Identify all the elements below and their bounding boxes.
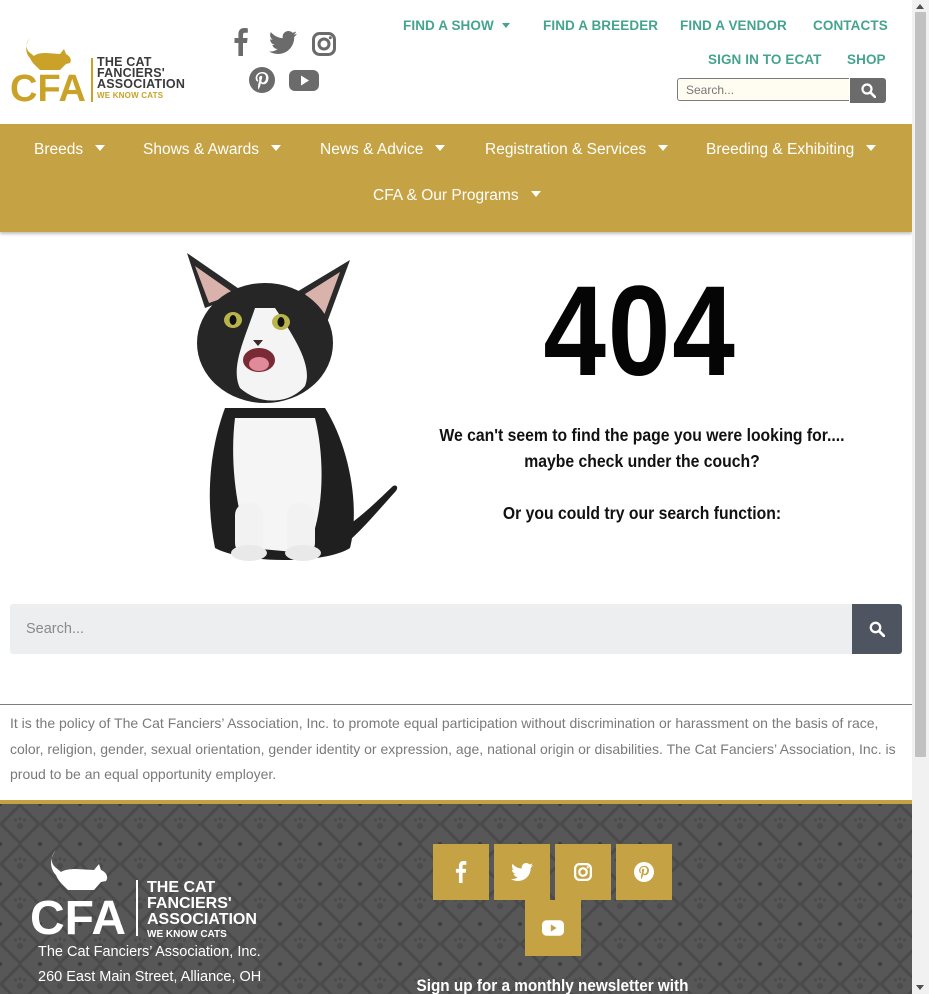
nav-breeding-exhibiting[interactable]: Breeding & Exhibiting [706, 141, 877, 159]
nav-cfa-programs[interactable]: CFA & Our Programs [373, 187, 541, 205]
page-search: Search... [10, 604, 902, 654]
logo-wordmark: THE CAT FANCIERS' ASSOCIATION WE KNOW CA… [97, 56, 186, 101]
chevron-down-icon [501, 23, 510, 28]
footer-logo-line-2: FANCIERS' [147, 895, 232, 912]
scrollbar-thumb[interactable] [915, 12, 926, 757]
logo-divider [91, 58, 93, 102]
nav-label: Shows & Awards [143, 141, 260, 158]
logo-line-3: ASSOCIATION [97, 77, 186, 91]
chevron-down-icon [271, 145, 282, 151]
footer-org-name: The Cat Fanciers’ Association, Inc. [38, 944, 261, 960]
cat-logo-icon: CFA THE CAT FANCIERS' ASSOCIATION WE KNO… [30, 850, 257, 945]
instagram-icon [574, 863, 592, 881]
chevron-down-icon [95, 145, 106, 151]
find-show-link[interactable]: FIND A SHOW [403, 18, 510, 33]
instagram-icon[interactable] [312, 32, 336, 56]
nav-registration-services[interactable]: Registration & Services [485, 141, 669, 159]
nav-shows-awards[interactable]: Shows & Awards [143, 141, 282, 159]
footer-pinterest-button[interactable] [616, 844, 672, 900]
shop-link[interactable]: SHOP [847, 52, 886, 67]
equal-opportunity-policy: It is the policy of The Cat Fanciers’ As… [10, 715, 896, 782]
logo-tagline: WE KNOW CATS [97, 91, 164, 100]
youtube-icon [542, 920, 564, 936]
pinterest-icon [634, 862, 654, 882]
footer-logo-line-1: THE CAT [147, 879, 215, 896]
page: CFA THE CAT FANCIERS' ASSOCIATION WE KNO… [0, 0, 912, 994]
newsletter-heading: Sign up for a monthly newsletter with [416, 976, 689, 994]
nav-label: Breeding & Exhibiting [706, 141, 855, 158]
find-breeder-link[interactable]: FIND A BREEDER [543, 18, 658, 33]
error-message-line-1: We can't seem to find the page you were … [439, 425, 845, 445]
error-message-line-2: maybe check under the couch? [524, 451, 760, 471]
footer-instagram-button[interactable] [555, 844, 611, 900]
find-show-label: FIND A SHOW [403, 18, 494, 33]
footer: CFA THE CAT FANCIERS' ASSOCIATION WE KNO… [0, 800, 912, 994]
footer-logo-letters: CFA [30, 892, 126, 938]
footer-logo-line-3: ASSOCIATION [147, 911, 257, 928]
footer-address: 260 East Main Street, Alliance, OH [38, 969, 262, 985]
nav-label: Registration & Services [485, 141, 647, 158]
scroll-down-arrow-icon[interactable] [916, 985, 924, 990]
nav-label: News & Advice [320, 141, 424, 158]
logo-letters: CFA [10, 68, 86, 106]
nav-news-advice[interactable]: News & Advice [320, 141, 446, 159]
sign-in-ecat-link[interactable]: SIGN IN TO ECAT [708, 52, 822, 67]
error-code: 404 [543, 260, 737, 403]
contacts-link[interactable]: CONTACTS [813, 18, 888, 33]
twitter-icon[interactable] [269, 31, 297, 54]
chevron-down-icon [530, 191, 541, 197]
scrollbar[interactable] [912, 0, 929, 994]
search-icon [869, 621, 885, 637]
header-search-button[interactable] [850, 78, 886, 103]
nav-label: Breeds [34, 141, 84, 158]
facebook-icon [455, 861, 467, 883]
footer-youtube-button[interactable] [525, 900, 581, 956]
chevron-down-icon [866, 145, 877, 151]
footer-twitter-button[interactable] [494, 844, 550, 900]
nav-label: CFA & Our Programs [373, 187, 519, 204]
footer-cfa-logo[interactable]: CFA THE CAT FANCIERS' ASSOCIATION WE KNO… [30, 848, 280, 945]
main-navigation: Breeds Shows & Awards News & Advice Regi… [0, 124, 912, 232]
chevron-down-icon [658, 145, 669, 151]
nav-breeds[interactable]: Breeds [34, 141, 106, 159]
divider [0, 704, 912, 705]
header-search-input[interactable]: Search... [677, 78, 849, 101]
youtube-icon[interactable] [289, 70, 319, 91]
pinterest-icon[interactable] [249, 67, 275, 93]
cat-logo-icon: CFA [10, 38, 86, 110]
search-icon [861, 83, 876, 98]
header-search: Search... [677, 78, 886, 103]
find-vendor-link[interactable]: FIND A VENDOR [680, 18, 787, 33]
search-suggestion: Or you could try our search function: [502, 503, 782, 523]
cfa-logo[interactable]: CFA THE CAT FANCIERS' ASSOCIATION WE KNO… [10, 36, 190, 110]
page-search-input[interactable]: Search... [10, 604, 852, 654]
scroll-up-arrow-icon[interactable] [916, 4, 924, 9]
kitten-image [187, 253, 398, 561]
page-search-button[interactable] [852, 604, 902, 654]
footer-logo-tagline: WE KNOW CATS [147, 929, 227, 938]
twitter-icon [511, 863, 533, 881]
facebook-icon[interactable] [234, 28, 248, 56]
footer-facebook-button[interactable] [433, 844, 489, 900]
chevron-down-icon [435, 145, 446, 151]
